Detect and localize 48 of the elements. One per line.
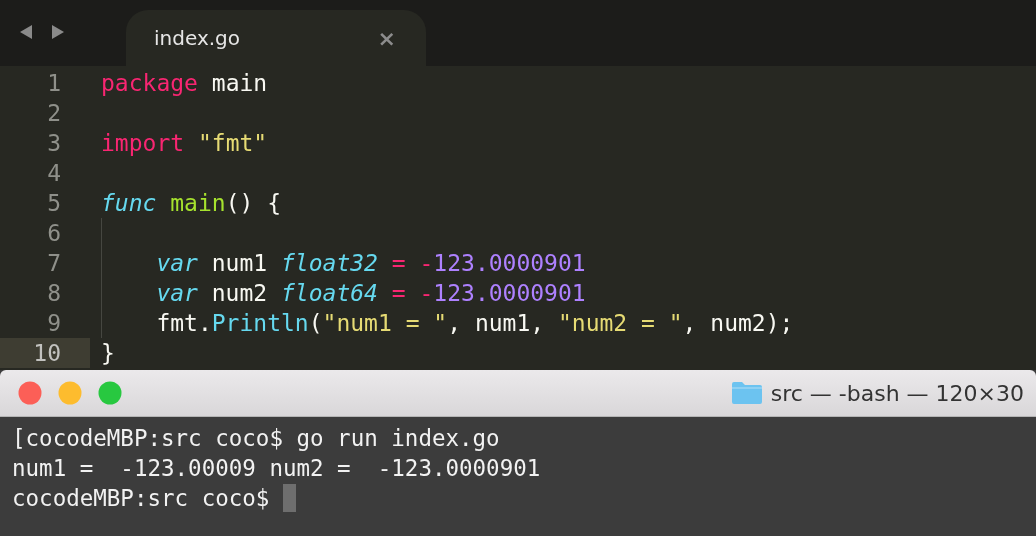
string-literal: "fmt" [196, 130, 268, 156]
code-text: ( [308, 310, 323, 336]
code-text: } [101, 340, 115, 366]
line-number: 3 [46, 129, 62, 158]
keyword: import [101, 130, 185, 156]
window-title: src — -bash — 120×30 [770, 380, 1024, 406]
line-number: 7 [46, 249, 62, 278]
line-number: 5 [46, 189, 62, 218]
line-number: 2 [46, 99, 62, 128]
code-text: main [210, 70, 268, 96]
zoom-window-icon[interactable] [98, 381, 122, 405]
line-number: 8 [46, 279, 62, 308]
keyword: package [101, 70, 198, 96]
line-number: 4 [46, 159, 62, 188]
operator: = - [390, 280, 434, 306]
keyword: var [156, 280, 198, 306]
string-literal: "num2 = " [557, 310, 683, 336]
keyword: func [101, 190, 157, 216]
forward-arrow-icon[interactable] [50, 24, 66, 40]
string-literal: "num1 = " [322, 310, 448, 336]
close-icon[interactable]: × [377, 25, 396, 51]
line-number: 1 [46, 69, 62, 98]
number-literal: 123.0000901 [433, 280, 586, 306]
code-text: , num2); [682, 310, 794, 336]
code-text: num2 [210, 280, 269, 306]
folder-icon [730, 381, 763, 405]
line-number: 6 [46, 219, 62, 248]
code-text: () { [225, 190, 282, 216]
function-name: main [169, 190, 226, 216]
terminal-line: num1 = -123.00009 num2 = -123.0000901 [12, 455, 541, 481]
editor-tab[interactable]: index.go × [126, 10, 426, 66]
terminal-line: [cocodeMBP:src coco$ go run index.go [12, 425, 500, 451]
code-text: , num1, [447, 310, 546, 336]
back-arrow-icon[interactable] [18, 24, 34, 40]
number-literal: 123.0000901 [433, 250, 586, 276]
line-number: 9 [46, 309, 62, 338]
code-text: num1 [210, 250, 269, 276]
text-cursor [282, 484, 296, 512]
keyword: float64 [281, 280, 378, 306]
minimize-window-icon[interactable] [58, 381, 82, 405]
operator: = - [390, 250, 434, 276]
terminal-line: cocodeMBP:src coco$ [12, 485, 270, 511]
close-window-icon[interactable] [18, 381, 42, 405]
line-number: 10 [0, 338, 90, 368]
keyword: float32 [281, 250, 378, 276]
code-text: fmt. [156, 310, 212, 336]
keyword: var [156, 250, 198, 276]
function-call: Println [211, 310, 309, 336]
